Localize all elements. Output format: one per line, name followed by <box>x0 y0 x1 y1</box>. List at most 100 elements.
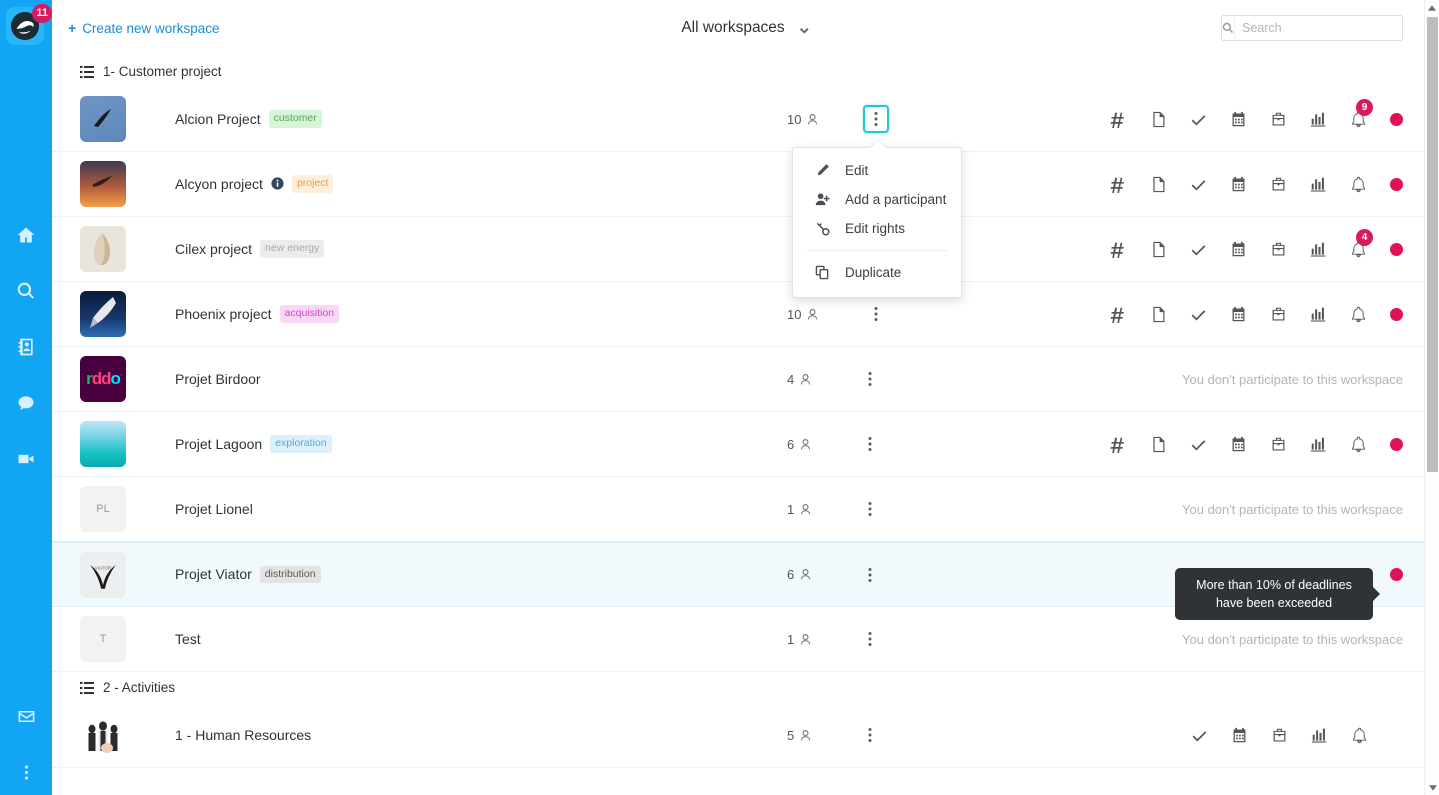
hash-icon[interactable] <box>1098 169 1138 199</box>
briefcase-icon[interactable] <box>1258 299 1298 329</box>
table-row[interactable]: 1 - Human Resources 5 <box>52 703 1439 768</box>
sidebar-bottom-nav <box>0 703 52 785</box>
status-dot[interactable] <box>1390 243 1403 256</box>
table-row[interactable]: rddo Projet Birdoor 4 You don't particip… <box>52 347 1439 412</box>
check-icon[interactable] <box>1178 299 1218 329</box>
menu-item-edit-rights[interactable]: Edit rights <box>793 214 961 243</box>
user-icon <box>799 568 812 581</box>
workspace-selector[interactable]: All workspaces <box>681 19 809 37</box>
menu-item-edit[interactable]: Edit <box>793 156 961 185</box>
sidebar-item-chat[interactable] <box>13 390 39 416</box>
check-icon[interactable] <box>1179 720 1219 750</box>
check-icon[interactable] <box>1178 429 1218 459</box>
sidebar-item-video[interactable] <box>13 446 39 472</box>
briefcase-icon[interactable] <box>1258 104 1298 134</box>
hash-icon[interactable] <box>1098 299 1138 329</box>
check-icon[interactable] <box>1178 169 1218 199</box>
scrollbar-thumb[interactable] <box>1427 17 1438 472</box>
status-dot[interactable] <box>1390 178 1403 191</box>
more-vertical-icon <box>874 111 878 127</box>
workspace-thumbnail <box>80 226 126 272</box>
document-icon[interactable] <box>1138 299 1178 329</box>
scroll-down-button[interactable] <box>1425 780 1439 795</box>
bell-icon[interactable]: 9 <box>1338 104 1378 134</box>
row-menu-button[interactable] <box>857 430 883 458</box>
search-box[interactable] <box>1221 15 1403 41</box>
briefcase-icon[interactable] <box>1258 429 1298 459</box>
video-icon <box>16 449 36 469</box>
row-menu-button[interactable] <box>857 561 883 589</box>
group-header-customer-project[interactable]: 1- Customer project <box>52 56 1439 87</box>
row-menu-button[interactable] <box>857 365 883 393</box>
status-dot[interactable] <box>1390 113 1403 126</box>
chart-icon[interactable] <box>1298 299 1338 329</box>
chart-icon[interactable] <box>1298 429 1338 459</box>
more-vertical-icon <box>868 436 872 452</box>
check-icon[interactable] <box>1178 234 1218 264</box>
search-input[interactable] <box>1235 16 1410 40</box>
document-icon[interactable] <box>1138 169 1178 199</box>
calendar-icon[interactable] <box>1218 299 1258 329</box>
sidebar-item-search[interactable] <box>13 278 39 304</box>
table-row[interactable]: Projet Lagoon exploration 6 <box>52 412 1439 477</box>
menu-item-duplicate[interactable]: Duplicate <box>793 258 961 287</box>
status-dot[interactable] <box>1390 438 1403 451</box>
app-logo-wrapper[interactable]: 11 <box>6 7 46 47</box>
group-header-activities[interactable]: 2 - Activities <box>52 672 1439 703</box>
hash-icon[interactable] <box>1098 104 1138 134</box>
more-vertical-icon <box>868 567 872 583</box>
workspace-name-cell: Alcyon project project <box>175 175 333 193</box>
table-row[interactable]: PL Projet Lionel 1 You don't participate… <box>52 477 1439 542</box>
chart-icon[interactable] <box>1298 234 1338 264</box>
info-icon[interactable] <box>271 177 284 190</box>
briefcase-icon[interactable] <box>1258 234 1298 264</box>
document-icon[interactable] <box>1138 234 1178 264</box>
status-dot[interactable] <box>1390 568 1403 581</box>
create-new-workspace-label: Create new workspace <box>82 21 219 36</box>
vertical-scrollbar[interactable] <box>1424 0 1439 795</box>
member-count-value: 1 <box>787 502 794 517</box>
chart-icon[interactable] <box>1298 169 1338 199</box>
menu-item-add-participant[interactable]: Add a participant <box>793 185 961 214</box>
table-row[interactable]: Cilex project new energy 4 <box>52 217 1439 282</box>
row-menu-button[interactable] <box>857 625 883 653</box>
bell-icon[interactable] <box>1339 720 1379 750</box>
sidebar-item-more[interactable] <box>13 759 39 785</box>
member-count: 6 <box>787 567 812 582</box>
table-row[interactable]: Alcyon project project <box>52 152 1439 217</box>
status-dot[interactable] <box>1390 308 1403 321</box>
hash-icon[interactable] <box>1098 429 1138 459</box>
create-new-workspace-button[interactable]: + Create new workspace <box>68 20 220 36</box>
bell-icon[interactable] <box>1338 299 1378 329</box>
row-menu-button[interactable] <box>863 105 889 133</box>
workspace-name-cell: Projet Lionel <box>175 501 253 517</box>
table-row[interactable]: Alcion Project customer 10 9 <box>52 87 1439 152</box>
calendar-icon[interactable] <box>1218 429 1258 459</box>
table-row[interactable]: Phoenix project acquisition 10 <box>52 282 1439 347</box>
scroll-up-button[interactable] <box>1425 0 1439 15</box>
sidebar-item-contacts[interactable] <box>13 334 39 360</box>
hash-icon[interactable] <box>1098 234 1138 264</box>
calendar-icon[interactable] <box>1218 234 1258 264</box>
check-icon[interactable] <box>1178 104 1218 134</box>
calendar-icon[interactable] <box>1219 720 1259 750</box>
document-icon[interactable] <box>1138 104 1178 134</box>
member-count-value: 1 <box>787 632 794 647</box>
document-icon[interactable] <box>1138 429 1178 459</box>
briefcase-icon[interactable] <box>1259 720 1299 750</box>
bell-icon[interactable] <box>1338 169 1378 199</box>
more-vertical-icon <box>868 727 872 743</box>
chart-icon[interactable] <box>1298 104 1338 134</box>
row-menu-button[interactable] <box>857 495 883 523</box>
calendar-icon[interactable] <box>1218 104 1258 134</box>
briefcase-icon[interactable] <box>1258 169 1298 199</box>
row-menu-button[interactable] <box>857 721 883 749</box>
chart-icon[interactable] <box>1299 720 1339 750</box>
row-menu-button[interactable] <box>863 300 889 328</box>
bell-icon[interactable] <box>1338 429 1378 459</box>
sidebar-item-mail[interactable] <box>13 703 39 729</box>
sidebar-nav <box>13 222 39 472</box>
calendar-icon[interactable] <box>1218 169 1258 199</box>
bell-icon[interactable]: 4 <box>1338 234 1378 264</box>
sidebar-item-home[interactable] <box>13 222 39 248</box>
